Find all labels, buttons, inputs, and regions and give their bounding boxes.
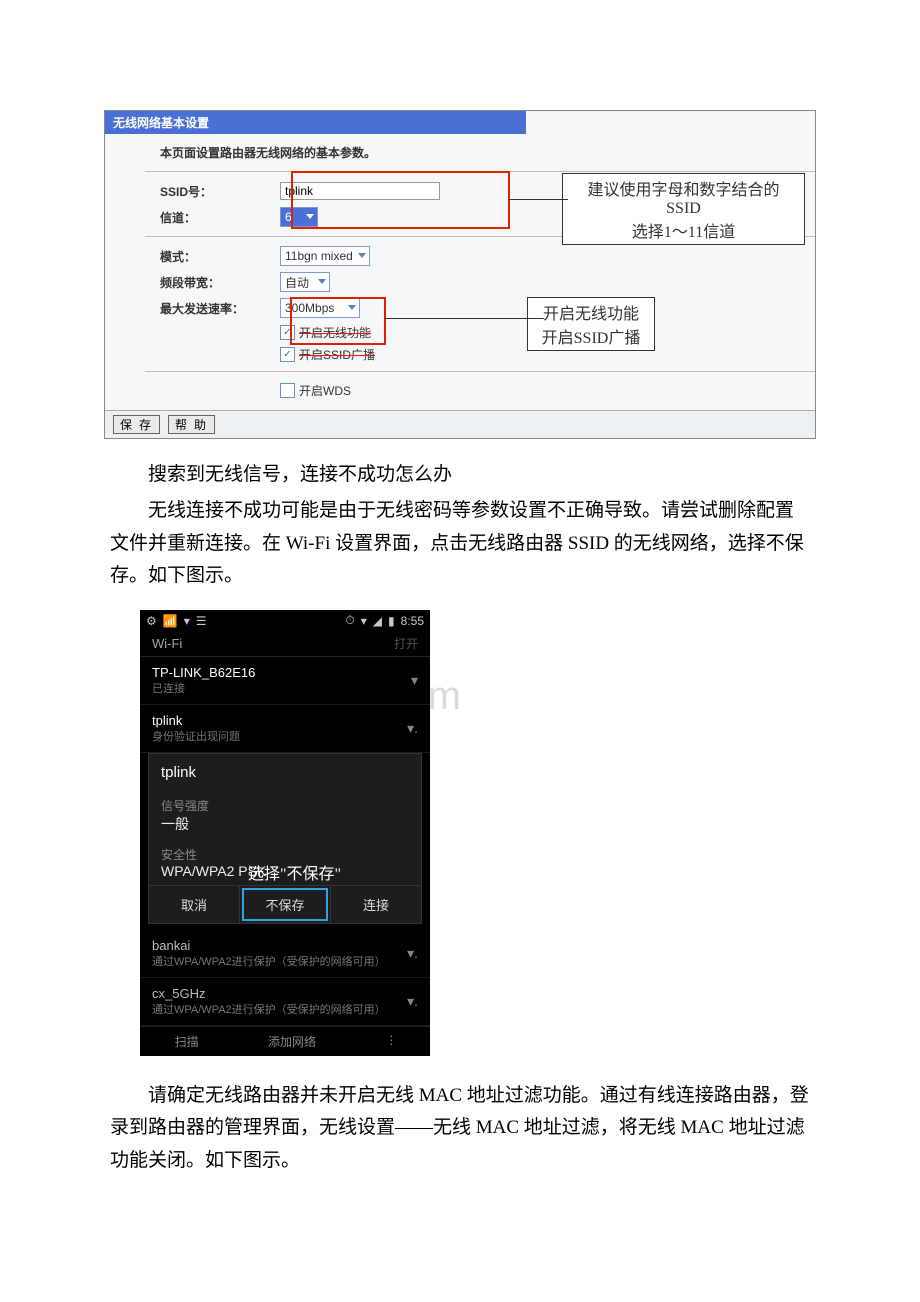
wifi-toggle[interactable]: 打开 [394, 635, 418, 652]
network-status: 已连接 [152, 680, 255, 696]
enable-wireless-checkbox[interactable] [280, 325, 295, 340]
save-button[interactable]: 保 存 [113, 415, 160, 434]
callout-enable-options: 开启无线功能 开启SSID广播 [527, 297, 655, 351]
add-network-button[interactable]: 添加网络 [268, 1033, 316, 1050]
network-name: TP-LINK_B62E16 [152, 665, 255, 680]
network-status: 通过WPA/WPA2进行保护（受保护的网络可用） [152, 953, 386, 969]
bandwidth-select[interactable]: 自动 [280, 272, 330, 292]
bluetooth-icon: ⚙ [146, 614, 157, 628]
network-item[interactable]: cx_5GHz 通过WPA/WPA2进行保护（受保护的网络可用） ▾. [140, 978, 430, 1026]
dialog-connect-button[interactable]: 连接 [330, 886, 421, 923]
paragraph-2: 无线连接不成功可能是由于无线密码等参数设置不正确导致。请尝试删除配置文件并重新连… [110, 495, 810, 592]
paragraph-3: 请确定无线路由器并未开启无线 MAC 地址过滤功能。通过有线连接路由器，登录到路… [110, 1080, 810, 1177]
channel-select[interactable]: 6 [280, 207, 318, 227]
paragraph-1: 搜索到无线信号，连接不成功怎么办 [110, 459, 810, 491]
phone-wifi-screenshot: ⚙ 📶 ▾ ☰ ⏱ ▾ ◢ ▮ 8:55 Wi-Fi 打开 [140, 610, 430, 1056]
maxrate-select[interactable]: 300Mbps [280, 298, 360, 318]
cell-icon: ◢ [373, 614, 382, 628]
enable-wds-checkbox[interactable] [280, 383, 295, 398]
network-item[interactable]: tplink 身份验证出现问题 ▾. [140, 705, 430, 753]
label-channel: 信道： [160, 209, 280, 226]
network-item[interactable]: bankai 通过WPA/WPA2进行保护（受保护的网络可用） ▾. [140, 930, 430, 978]
battery-icon: ▮ [388, 614, 395, 628]
ssid-input[interactable] [280, 182, 440, 200]
network-status: 通过WPA/WPA2进行保护（受保护的网络可用） [152, 1001, 386, 1017]
panel-description: 本页面设置路由器无线网络的基本参数。 [160, 144, 815, 161]
network-name: bankai [152, 938, 190, 953]
annotation-forget: 选择"不保存" [248, 860, 341, 884]
label-maxrate: 最大发送速率： [160, 300, 280, 317]
enable-ssid-broadcast-checkbox[interactable] [280, 347, 295, 362]
mode-select[interactable]: 11bgn mixed [280, 246, 370, 266]
router-settings-screenshot: 无线网络基本设置 本页面设置路由器无线网络的基本参数。 SSID号： 信道： 6 [104, 110, 816, 439]
menu-icon[interactable]: ⋮ [385, 1033, 395, 1050]
help-button[interactable]: 帮 助 [168, 415, 215, 434]
wifi-status-icon: ▾ [184, 614, 190, 628]
signal-strength-label: 信号强度 [161, 799, 209, 813]
signal-strength-value: 一般 [161, 814, 409, 834]
wifi-screen-title: Wi-Fi [152, 636, 182, 651]
label-mode: 模式： [160, 248, 280, 265]
panel-title: 无线网络基本设置 [105, 111, 526, 134]
app-icon: ☰ [196, 614, 207, 628]
network-name: tplink [152, 713, 182, 728]
wifi-signal-lock-icon: ▾. [407, 720, 418, 737]
dialog-cancel-button[interactable]: 取消 [149, 886, 239, 923]
dialog-forget-button[interactable]: 不保存 [239, 886, 330, 923]
network-details-dialog: tplink 信号强度 一般 安全性 WPA/WPA2 PSK 取消 不保存 连… [148, 753, 422, 924]
scan-button[interactable]: 扫描 [175, 1033, 199, 1050]
enable-wireless-label: 开启无线功能 [299, 324, 371, 341]
clock: 8:55 [401, 614, 424, 628]
enable-wds-label: 开启WDS [299, 382, 351, 399]
wifi-signal-icon: ▾ [411, 672, 418, 689]
label-bandwidth: 频段带宽： [160, 274, 280, 291]
security-label: 安全性 [161, 848, 197, 862]
status-left-icons: ⚙ 📶 ▾ ☰ [146, 613, 207, 628]
label-ssid: SSID号： [160, 183, 280, 200]
dialog-title: tplink [149, 754, 421, 791]
network-item[interactable]: TP-LINK_B62E16 已连接 ▾ [140, 657, 430, 705]
wifi-signal-lock-icon: ▾. [407, 945, 418, 962]
wifi-signal-lock-icon: ▾. [407, 993, 418, 1010]
callout-ssid-advice: 建议使用字母和数字结合的SSID 选择1～11信道 [562, 173, 805, 245]
alarm-icon: ⏱ [345, 613, 354, 628]
signal-icon: 📶 [163, 614, 178, 628]
network-status: 身份验证出现问题 [152, 728, 240, 744]
wifi-icon: ▾ [361, 614, 367, 628]
enable-ssid-broadcast-label: 开启SSID广播 [299, 346, 375, 363]
network-name: cx_5GHz [152, 986, 205, 1001]
